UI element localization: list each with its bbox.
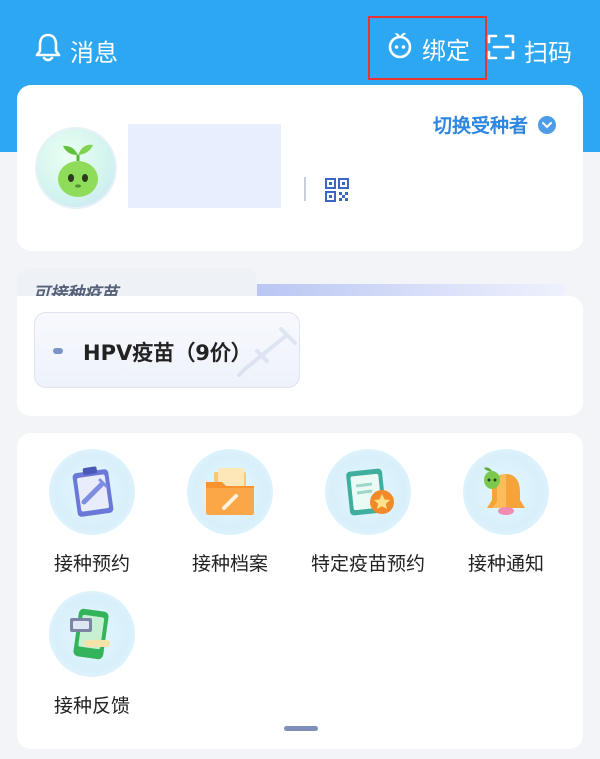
bell-sprout-icon	[463, 449, 549, 535]
avatar[interactable]	[35, 127, 117, 209]
sprout-face-icon	[386, 30, 414, 66]
profile-card: 切换受种者	[17, 85, 583, 251]
sprout-mascot-icon	[58, 144, 98, 197]
vaccine-name: HPV疫苗（9价）	[83, 341, 252, 365]
bullet-dot	[53, 348, 63, 354]
phone-feedback-icon	[49, 591, 135, 677]
folder-syringe-icon	[187, 449, 273, 535]
bind-button[interactable]: 绑定	[368, 16, 487, 80]
service-special-appointment[interactable]: 特定疫苗预约	[303, 449, 433, 576]
service-label: 特定疫苗预约	[310, 553, 425, 575]
service-feedback[interactable]: 接种反馈	[27, 591, 157, 718]
service-label: 接种通知	[467, 553, 544, 575]
name-redacted	[128, 124, 281, 208]
service-notification[interactable]: 接种通知	[441, 449, 571, 576]
page-indicator	[284, 726, 318, 731]
scan-button[interactable]: 扫码	[486, 32, 572, 68]
scan-label: 扫码	[524, 38, 572, 67]
service-records[interactable]: 接种档案	[165, 449, 295, 576]
messages-label: 消息	[70, 38, 118, 67]
section-header-strip	[247, 284, 565, 296]
service-label: 接种档案	[191, 553, 268, 575]
service-appointment[interactable]: 接种预约	[27, 449, 157, 576]
services-card: 接种预约 接种档案 特定疫苗预约 接种通知 接种反馈	[17, 433, 583, 749]
service-label: 接种预约	[53, 553, 130, 575]
available-vaccines-card: 可接种疫苗 HPV疫苗（9价）	[17, 268, 583, 416]
scan-icon	[486, 32, 516, 68]
switch-recipient-button[interactable]: 切换受种者	[433, 111, 557, 138]
qr-code-button[interactable]	[325, 178, 349, 202]
bind-label: 绑定	[422, 36, 470, 65]
syringe-watermark-icon	[237, 327, 297, 377]
bell-icon	[34, 32, 62, 68]
messages-button[interactable]: 消息	[34, 32, 118, 68]
qr-code-icon	[325, 178, 349, 202]
vaccine-item[interactable]: HPV疫苗（9价）	[34, 312, 300, 388]
clipboard-star-icon	[325, 449, 411, 535]
clipboard-syringe-icon	[49, 449, 135, 535]
switch-recipient-label: 切换受种者	[433, 115, 529, 137]
vaccine-list: HPV疫苗（9价）	[17, 296, 583, 416]
chevron-down-icon	[538, 115, 557, 134]
service-label: 接种反馈	[53, 695, 130, 717]
divider	[304, 177, 306, 201]
